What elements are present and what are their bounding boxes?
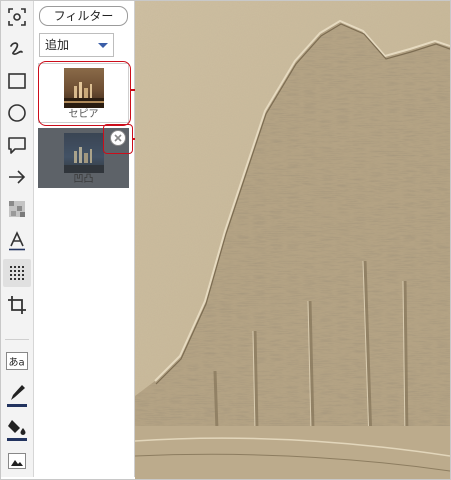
speech-bubble-tool[interactable] bbox=[3, 131, 31, 159]
screenshot-icon bbox=[8, 8, 26, 26]
callout-2-highlight bbox=[103, 124, 133, 154]
screenshot-tool[interactable] bbox=[3, 3, 31, 31]
tool-rail: あa bbox=[1, 1, 34, 477]
freehand-tool[interactable] bbox=[3, 35, 31, 63]
font-icon: あa bbox=[6, 352, 28, 370]
image-canvas[interactable] bbox=[135, 1, 450, 479]
font-tool[interactable]: あa bbox=[3, 347, 31, 375]
embossed-photo bbox=[135, 1, 450, 479]
circle-tool[interactable] bbox=[3, 99, 31, 127]
image-tool[interactable] bbox=[3, 447, 31, 475]
pen-color-icon bbox=[7, 385, 27, 407]
svg-text:あa: あa bbox=[9, 357, 25, 369]
filter-mode-value: 追加 bbox=[45, 38, 70, 52]
callout-1-highlight bbox=[38, 61, 131, 126]
pen-color-tool[interactable] bbox=[3, 381, 31, 409]
image-icon bbox=[8, 453, 26, 469]
crop-icon bbox=[8, 296, 26, 314]
text-icon bbox=[9, 231, 25, 251]
tool-divider bbox=[5, 339, 29, 340]
arrow-tool[interactable] bbox=[3, 163, 31, 191]
filter-button[interactable]: フィルター bbox=[39, 6, 128, 26]
speech-bubble-icon bbox=[8, 137, 26, 154]
mosaic-icon bbox=[9, 201, 25, 217]
crop-tool[interactable] bbox=[3, 291, 31, 319]
freehand-icon bbox=[10, 42, 23, 55]
circle-icon bbox=[8, 104, 26, 122]
fill-color-icon bbox=[7, 420, 27, 441]
filter-tool[interactable] bbox=[3, 259, 31, 287]
text-tool[interactable] bbox=[3, 227, 31, 255]
chevron-down-icon bbox=[98, 43, 108, 48]
rectangle-icon bbox=[8, 73, 26, 89]
arrow-icon bbox=[9, 170, 26, 184]
mosaic-tool[interactable] bbox=[3, 195, 31, 223]
fill-color-tool[interactable] bbox=[3, 415, 31, 443]
filter-mode-select[interactable]: 追加 bbox=[39, 33, 114, 57]
filter-icon bbox=[10, 266, 24, 280]
rectangle-tool[interactable] bbox=[3, 67, 31, 95]
emboss-thumbnail bbox=[64, 133, 104, 173]
filter-card-label: 凹凸 bbox=[73, 174, 94, 185]
